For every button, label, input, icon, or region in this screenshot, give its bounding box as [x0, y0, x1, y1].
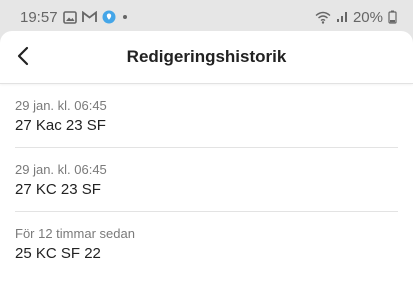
edit-text: 27 KC 23 SF	[15, 181, 101, 198]
battery-percent: 20%	[352, 8, 383, 26]
header: Redigeringshistorik	[0, 31, 413, 84]
image-icon	[62, 10, 77, 24]
edit-history-sheet: Redigeringshistorik 29 jan. kl. 06:45 27…	[0, 31, 413, 291]
edit-text: 25 KC SF 22	[15, 245, 101, 262]
list-item: 29 jan. kl. 06:45 27 KC 23 SF	[15, 148, 398, 212]
gmail-icon	[81, 11, 97, 23]
page-title: Redigeringshistorik	[126, 47, 287, 66]
battery-icon	[388, 10, 397, 24]
status-bar: 19:57 20%	[0, 0, 413, 34]
edit-text: 27 Kac 23 SF	[15, 117, 106, 134]
list-item: 29 jan. kl. 06:45 27 Kac 23 SF	[15, 84, 398, 148]
edit-timestamp: 29 jan. kl. 06:45	[15, 98, 107, 113]
signal-icon	[336, 11, 348, 23]
status-bar-left: 19:57	[20, 9, 129, 26]
edit-timestamp: För 12 timmar sedan	[15, 226, 135, 241]
status-bar-right: 20%	[315, 9, 397, 26]
dot-icon	[121, 13, 129, 21]
wifi-icon	[315, 11, 331, 24]
edit-timestamp: 29 jan. kl. 06:45	[15, 162, 107, 177]
location-pin-icon	[102, 10, 116, 24]
edit-history-list: 29 jan. kl. 06:45 27 Kac 23 SF 29 jan. k…	[0, 84, 413, 276]
list-item: För 12 timmar sedan 25 KC SF 22	[15, 212, 398, 276]
status-time: 19:57	[20, 8, 58, 26]
